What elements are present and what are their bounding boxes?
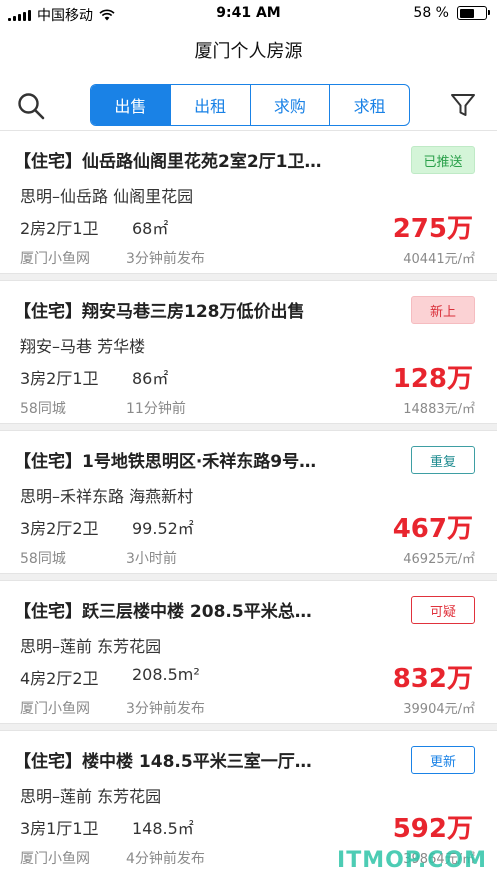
- card-separator: [0, 423, 497, 431]
- listing-location: 思明–仙岳路 仙阁里花园: [20, 187, 194, 206]
- listing-location: 翔安–马巷 芳华楼: [20, 337, 146, 356]
- tab-rent[interactable]: 出租: [169, 85, 250, 125]
- listing-location: 思明–禾祥东路 海燕新村: [20, 487, 194, 506]
- listing-title: 【住宅】1号地铁思明区·禾祥东路9号…: [14, 452, 317, 472]
- listing-price: 832万: [392, 664, 473, 694]
- listing-title: 【住宅】仙岳路仙阁里花苑2室2厅1卫…: [14, 152, 322, 172]
- tab-sale[interactable]: 出售: [91, 85, 170, 125]
- battery-icon: [457, 6, 490, 20]
- listing-rooms: 4房2厅2卫: [20, 669, 99, 688]
- tab-want-rent[interactable]: 求租: [329, 85, 409, 125]
- listing-location: 思明–莲前 东芳花园: [20, 787, 162, 806]
- status-badge: 已推送: [411, 146, 475, 174]
- listing-list: 【住宅】仙岳路仙阁里花苑2室2厅1卫… 已推送 思明–仙岳路 仙阁里花园 2房2…: [0, 130, 497, 873]
- listing-location: 思明–莲前 东芳花园: [20, 637, 162, 656]
- status-badge: 重复: [411, 446, 475, 474]
- listing-title: 【住宅】跃三层楼中楼 208.5平米总…: [14, 602, 312, 622]
- listing-rooms: 3房2厅2卫: [20, 519, 99, 538]
- listing-title: 【住宅】翔安马巷三房128万低价出售: [14, 302, 305, 322]
- listing-time: 3分钟前发布: [126, 251, 205, 267]
- listing-unit-price: 40441元/㎡: [403, 252, 475, 267]
- category-tabs: 出售 出租 求购 求租: [90, 84, 410, 126]
- listing-area: 99.52㎡: [132, 519, 194, 538]
- listing-rooms: 3房1厅1卫: [20, 819, 99, 838]
- battery-fill: [459, 8, 474, 18]
- listing-area: 208.5m²: [132, 665, 200, 684]
- listing-price: 467万: [392, 514, 473, 544]
- listing-rooms: 2房2厅1卫: [20, 219, 99, 238]
- listing-time: 3分钟前发布: [126, 701, 205, 717]
- listing-time: 11分钟前: [126, 401, 186, 417]
- listing-source: 58同城: [20, 551, 66, 567]
- listing-rooms: 3房2厅1卫: [20, 369, 99, 388]
- listing-area: 148.5㎡: [132, 819, 194, 838]
- watermark-logo: ITMOP.COM: [337, 848, 487, 873]
- toolbar: 出售 出租 求购 求租: [0, 82, 497, 128]
- tab-want-buy[interactable]: 求购: [249, 85, 330, 125]
- listing-price: 592万: [392, 814, 473, 844]
- card-separator: [0, 723, 497, 731]
- listing-card[interactable]: 【住宅】仙岳路仙阁里花苑2室2厅1卫… 已推送 思明–仙岳路 仙阁里花园 2房2…: [0, 131, 497, 273]
- status-badge: 可疑: [411, 596, 475, 624]
- listing-source: 厦门小鱼网: [20, 701, 90, 717]
- listing-unit-price: 14883元/㎡: [403, 402, 475, 417]
- listing-price: 275万: [392, 214, 473, 244]
- filter-button[interactable]: [449, 91, 477, 119]
- status-badge: 更新: [411, 746, 475, 774]
- status-badge: 新上: [411, 296, 475, 324]
- listing-card[interactable]: 【住宅】跃三层楼中楼 208.5平米总… 可疑 思明–莲前 东芳花园 4房2厅2…: [0, 581, 497, 723]
- filter-icon: [451, 94, 475, 116]
- listing-source: 58同城: [20, 401, 66, 417]
- battery-percent: 58 %: [413, 5, 449, 21]
- status-right: 58 %: [413, 5, 490, 21]
- search-icon: [18, 93, 45, 120]
- listing-source: 厦门小鱼网: [20, 851, 90, 867]
- search-button[interactable]: [16, 91, 46, 121]
- status-bar: 中国移动 9:41 AM 58 %: [0, 0, 497, 28]
- listing-price: 128万: [392, 364, 473, 394]
- listing-area: 86㎡: [132, 369, 169, 388]
- listing-time: 4分钟前发布: [126, 851, 205, 867]
- card-separator: [0, 273, 497, 281]
- listing-area: 68㎡: [132, 219, 169, 238]
- listing-unit-price: 39904元/㎡: [403, 702, 475, 717]
- listing-unit-price: 46925元/㎡: [403, 552, 475, 567]
- listing-title: 【住宅】楼中楼 148.5平米三室一厅…: [14, 752, 312, 772]
- listing-card[interactable]: 【住宅】1号地铁思明区·禾祥东路9号… 重复 思明–禾祥东路 海燕新村 3房2厅…: [0, 431, 497, 573]
- listing-source: 厦门小鱼网: [20, 251, 90, 267]
- page-title: 厦门个人房源: [194, 41, 303, 62]
- listing-card[interactable]: 【住宅】翔安马巷三房128万低价出售 新上 翔安–马巷 芳华楼 3房2厅1卫 8…: [0, 281, 497, 423]
- listing-time: 3小时前: [126, 551, 177, 567]
- card-separator: [0, 573, 497, 581]
